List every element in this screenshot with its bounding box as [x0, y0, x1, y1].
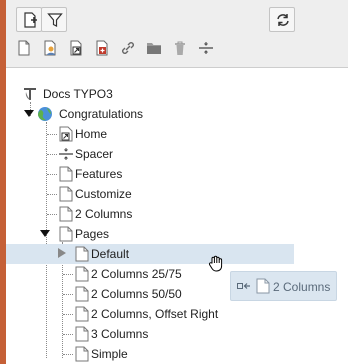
- tree-item-2-columns-offset-right[interactable]: 2 Columns, Offset Right: [6, 304, 348, 324]
- tree-item-features[interactable]: Features: [6, 164, 348, 184]
- tree-item-spacer[interactable]: Spacer: [6, 144, 348, 164]
- globe-icon: [38, 107, 52, 121]
- drag-tooltip: 2 Columns: [230, 271, 337, 301]
- tree-item-label: Home: [75, 127, 108, 141]
- page-icon: [59, 206, 73, 222]
- tree-item-label: 2 Columns 25/75: [91, 267, 182, 281]
- new-page-icon: [24, 12, 37, 28]
- page-icon: [59, 226, 73, 242]
- tree-item-3-columns[interactable]: 3 Columns: [6, 324, 348, 344]
- tree-item-label: Customize: [75, 187, 132, 201]
- tree-item-label: Spacer: [75, 147, 114, 161]
- tree-item-label: Congratulations: [59, 107, 144, 121]
- page-icon: [75, 246, 89, 262]
- typo3-icon: [24, 88, 36, 100]
- filter-button[interactable]: [41, 7, 67, 32]
- tree-item-label: Simple: [91, 347, 128, 361]
- hand-grab-cursor-icon: [208, 255, 223, 272]
- filter-icon: [47, 13, 63, 27]
- tree-item-2-columns[interactable]: 2 Columns: [6, 204, 348, 224]
- doktype-recycler-icon[interactable]: [172, 40, 188, 56]
- page-icon: [59, 166, 73, 182]
- doktype-spacer-icon[interactable]: [198, 40, 214, 56]
- new-page-button[interactable]: [16, 7, 42, 32]
- tree-item-simple[interactable]: Simple: [6, 344, 348, 364]
- tree-item-default[interactable]: Default: [6, 244, 294, 264]
- refresh-icon: [277, 14, 289, 26]
- doktype-folder-icon[interactable]: [146, 40, 162, 56]
- page-tree-toolbar: [6, 0, 348, 68]
- page-icon: [256, 278, 270, 294]
- tree-item-label: 2 Columns, Offset Right: [91, 307, 219, 321]
- shortcut-page-icon: [59, 126, 73, 142]
- tree-item-label: 3 Columns: [91, 327, 149, 341]
- page-icon: [75, 286, 89, 302]
- page-icon: [75, 306, 89, 322]
- spacer-icon: [59, 148, 73, 160]
- collapsed-toggle-icon[interactable]: [57, 248, 67, 258]
- tree-item-label: 2 Columns 50/50: [91, 287, 182, 301]
- doktype-link-icon[interactable]: [120, 40, 136, 56]
- doktype-standard-page-icon[interactable]: [16, 40, 32, 56]
- doktype-backend-user-section-icon[interactable]: [42, 40, 58, 56]
- tree-root-label: Docs TYPO3: [43, 87, 113, 101]
- move-into-icon: [237, 283, 250, 289]
- doktype-shortcut-icon[interactable]: [68, 40, 84, 56]
- drag-tooltip-label: 2 Columns: [273, 280, 331, 294]
- page-tree: Docs TYPO3 Congratulations Home Spacer F…: [6, 78, 348, 364]
- tree-item-home[interactable]: Home: [6, 124, 348, 144]
- doktype-mountpoint-icon[interactable]: [94, 40, 110, 56]
- page-icon: [75, 326, 89, 342]
- tree-root[interactable]: Docs TYPO3: [6, 84, 348, 104]
- tree-item-customize[interactable]: Customize: [6, 184, 348, 204]
- tree-item-pages[interactable]: Pages: [6, 224, 348, 244]
- tree-item-label: Features: [75, 167, 123, 181]
- page-icon: [75, 266, 89, 282]
- tree-item-label: 2 Columns: [75, 207, 133, 221]
- refresh-button[interactable]: [269, 7, 295, 32]
- expand-toggle-icon[interactable]: [24, 108, 34, 118]
- page-icon: [59, 186, 73, 202]
- expand-toggle-icon[interactable]: [40, 228, 50, 238]
- tree-item-congratulations[interactable]: Congratulations: [6, 104, 348, 124]
- tree-item-label: Pages: [75, 227, 110, 241]
- page-icon: [75, 346, 89, 362]
- tree-item-label: Default: [91, 247, 130, 261]
